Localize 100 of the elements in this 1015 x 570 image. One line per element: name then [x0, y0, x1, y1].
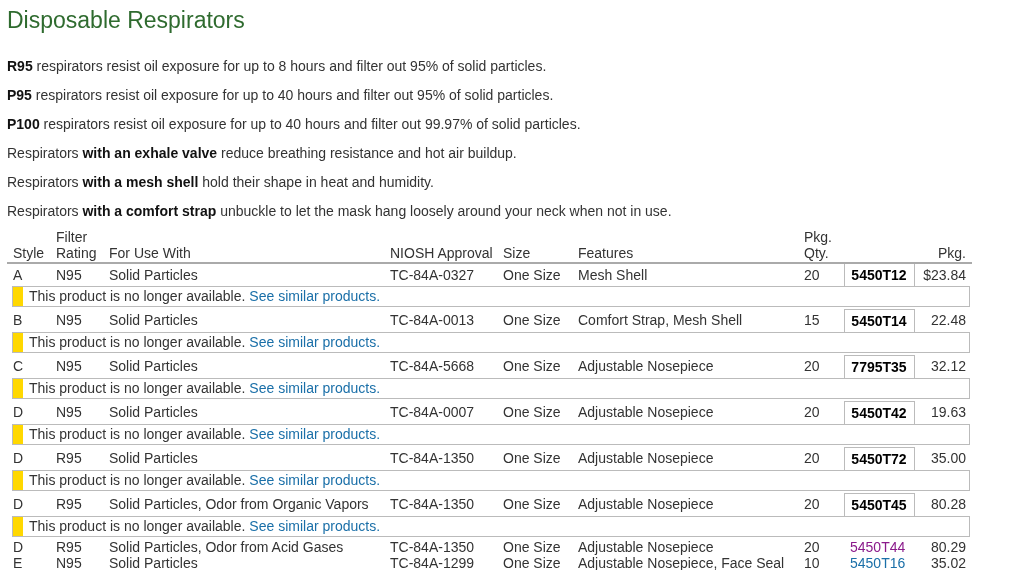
page-title: Disposable Respirators	[7, 6, 246, 34]
table-cell: Solid Particles	[109, 555, 198, 570]
notice-text: This product is no longer available.	[29, 471, 246, 490]
table-cell: TC-84A-1350	[390, 539, 475, 555]
table-cell: Adjustable Nosepiece	[578, 450, 714, 467]
table-cell: A	[13, 266, 23, 283]
table-cell: 80.28	[930, 496, 966, 513]
table-cell: Comfort Strap, Mesh Shell	[578, 312, 743, 329]
table-cell: 80.29	[930, 539, 966, 555]
column-header: Filter	[56, 229, 89, 245]
warning-bar	[13, 517, 23, 536]
warning-bar	[13, 333, 23, 352]
similar-products-link[interactable]: See similar products.	[249, 379, 381, 398]
warning-bar	[13, 425, 23, 444]
table-cell: One Size	[503, 404, 561, 421]
table-cell: One Size	[503, 312, 561, 329]
table-cell: D	[13, 404, 24, 421]
table-cell: TC-84A-1350	[390, 496, 475, 513]
table-cell: Adjustable Nosepiece	[578, 539, 714, 555]
similar-products-link[interactable]: See similar products.	[249, 425, 381, 444]
table-cell: One Size	[503, 266, 561, 283]
description-text: Respirators with a mesh shell hold their shape in heat and humidity.	[7, 174, 435, 191]
table-cell: Adjustable Nosepiece, Face Seal	[578, 555, 785, 570]
table-cell: 20	[804, 539, 820, 555]
column-header: NIOSH Approval	[390, 245, 494, 261]
column-header: Pkg.	[804, 229, 833, 245]
table-cell: 32.12	[930, 358, 966, 375]
notice-text: This product is no longer available.	[29, 333, 246, 352]
table-cell: 20	[804, 266, 820, 283]
table-cell: 19.63	[930, 404, 966, 421]
description-text: R95 respirators resist oil exposure for up to 8 hours and filter out 95% of solid particles.	[7, 58, 548, 75]
part-number-link[interactable]: 5450T44	[850, 539, 906, 555]
column-header: Style	[13, 245, 46, 261]
column-header: Qty.	[804, 245, 830, 261]
table-cell: D	[13, 450, 24, 467]
table-cell: 20	[804, 404, 820, 421]
similar-products-link[interactable]: See similar products.	[249, 517, 381, 536]
table-cell: E	[13, 555, 23, 570]
warning-bar	[13, 287, 23, 306]
table-cell: Solid Particles	[109, 404, 198, 421]
table-cell: TC-84A-1299	[390, 555, 475, 570]
table-cell: Solid Particles	[109, 312, 198, 329]
column-header: Pkg.	[937, 245, 966, 261]
description-text: Respirators with a comfort strap unbuckle to let the mask hang loosely around your neck when not in use.	[7, 203, 673, 220]
table-cell: 15	[804, 312, 820, 329]
description-text: P100 respirators resist oil exposure for up to 40 hours and filter out 99.97% of solid particles.	[7, 116, 582, 133]
table-cell: TC-84A-0007	[390, 404, 475, 421]
table-cell: 20	[804, 358, 820, 375]
column-header: Rating	[56, 245, 98, 261]
table-cell: 35.00	[930, 450, 966, 467]
table-cell: B	[13, 312, 23, 329]
notice-text: This product is no longer available.	[29, 379, 246, 398]
table-cell: One Size	[503, 555, 561, 570]
table-cell: 20	[804, 450, 820, 467]
table-cell: TC-84A-5668	[390, 358, 475, 375]
table-cell: C	[13, 358, 24, 375]
table-cell: D	[13, 539, 24, 555]
table-cell: D	[13, 496, 24, 513]
table-cell: 35.02	[930, 555, 966, 570]
table-cell: $23.84	[923, 266, 966, 283]
table-cell: 10	[804, 555, 820, 570]
table-cell: N95	[56, 266, 82, 283]
table-cell: Adjustable Nosepiece	[578, 358, 714, 375]
column-header: For Use With	[109, 245, 192, 261]
table-cell: One Size	[503, 450, 561, 467]
notice-text: This product is no longer available.	[29, 287, 246, 306]
table-cell: Solid Particles, Odor from Acid Gases	[109, 539, 344, 555]
warning-bar	[13, 471, 23, 490]
part-number-link[interactable]: 5450T16	[850, 555, 906, 570]
table-cell: TC-84A-1350	[390, 450, 475, 467]
notice-text: This product is no longer available.	[29, 517, 246, 536]
table-cell: TC-84A-0327	[390, 266, 475, 283]
table-cell: One Size	[503, 358, 561, 375]
table-cell: R95	[56, 450, 82, 467]
table-cell: TC-84A-0013	[390, 312, 475, 329]
table-cell: N95	[56, 555, 82, 570]
table-cell: Solid Particles, Odor from Organic Vapors	[109, 496, 369, 513]
similar-products-link[interactable]: See similar products.	[249, 333, 381, 352]
similar-products-link[interactable]: See similar products.	[249, 287, 381, 306]
table-cell: R95	[56, 496, 82, 513]
table-cell: Solid Particles	[109, 266, 198, 283]
table-cell: N95	[56, 358, 82, 375]
notice-text: This product is no longer available.	[29, 425, 246, 444]
table-cell: 22.48	[930, 312, 966, 329]
table-cell: N95	[56, 312, 82, 329]
table-cell: R95	[56, 539, 82, 555]
table-cell: One Size	[503, 539, 561, 555]
column-header: Features	[578, 245, 635, 261]
description-text: P95 respirators resist oil exposure for up to 40 hours and filter out 95% of solid particles.	[7, 87, 555, 104]
table-cell: Adjustable Nosepiece	[578, 496, 714, 513]
table-cell: One Size	[503, 496, 561, 513]
table-cell: N95	[56, 404, 82, 421]
table-cell: Mesh Shell	[578, 266, 648, 283]
table-cell: 20	[804, 496, 820, 513]
description-text: Respirators with an exhale valve reduce breathing resistance and hot air buildup.	[7, 145, 518, 162]
table-cell: Solid Particles	[109, 450, 198, 467]
warning-bar	[13, 379, 23, 398]
similar-products-link[interactable]: See similar products.	[249, 471, 381, 490]
table-cell: Solid Particles	[109, 358, 198, 375]
column-header: Size	[503, 245, 532, 261]
